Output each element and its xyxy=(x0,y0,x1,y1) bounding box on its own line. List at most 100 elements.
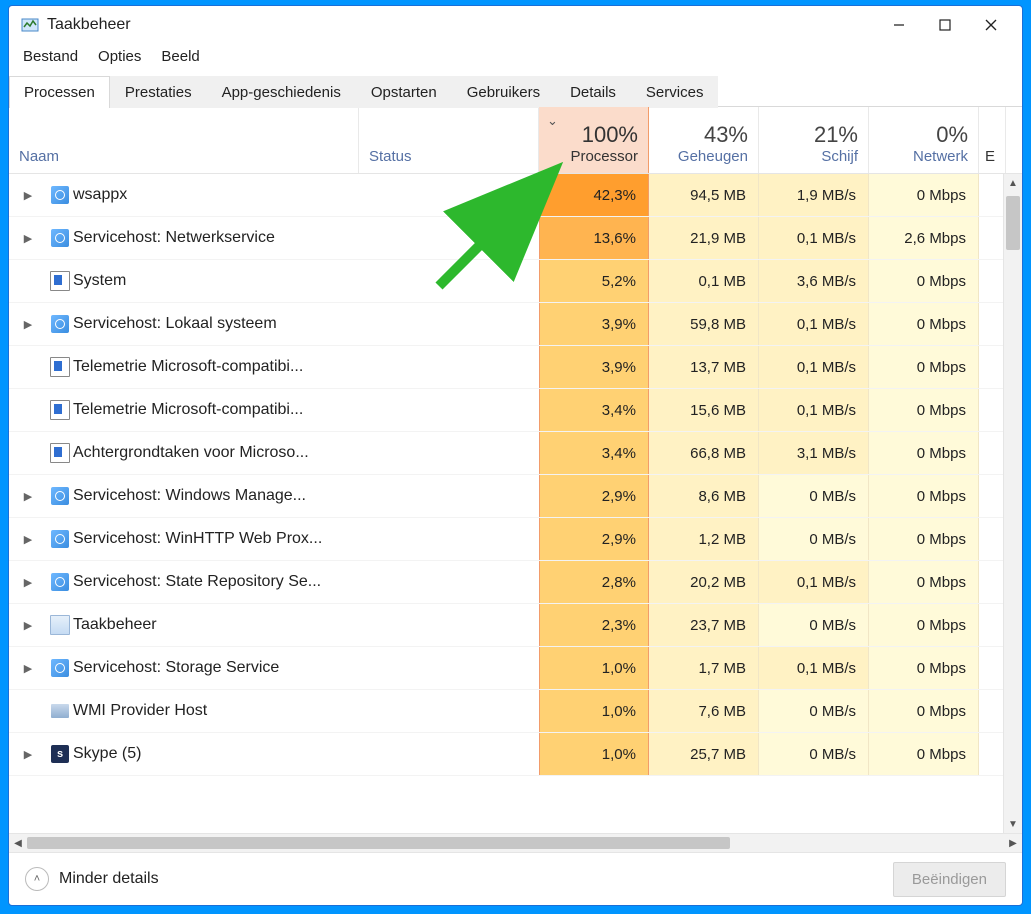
maximize-button[interactable] xyxy=(922,10,968,40)
tab-app-history[interactable]: App-geschiedenis xyxy=(207,76,356,108)
expand-toggle[interactable]: ▶ xyxy=(9,561,47,603)
network-value: 0 Mbps xyxy=(869,389,979,431)
disk-value: 0 MB/s xyxy=(759,475,869,517)
row-icon xyxy=(47,690,73,732)
table-row[interactable]: ▶Servicehost: State Repository Se...2,8%… xyxy=(9,561,1022,604)
col-status[interactable]: Status xyxy=(359,107,539,173)
table-row[interactable]: ▶wsappx42,3%94,5 MB1,9 MB/s0 Mbps xyxy=(9,174,1022,217)
col-overflow[interactable]: E xyxy=(979,107,1006,173)
memory-value: 25,7 MB xyxy=(649,733,759,775)
chevron-right-icon: ▶ xyxy=(24,576,32,589)
expand-toggle[interactable]: ▶ xyxy=(9,475,47,517)
chevron-right-icon: ▶ xyxy=(24,490,32,503)
tab-startup[interactable]: Opstarten xyxy=(356,76,452,108)
tab-performance[interactable]: Prestaties xyxy=(110,76,207,108)
col-processor[interactable]: ⌄ 100% Processor xyxy=(539,107,649,173)
disk-value: 0 MB/s xyxy=(759,733,869,775)
memory-value: 66,8 MB xyxy=(649,432,759,474)
vertical-scrollbar[interactable]: ▲ ▼ xyxy=(1003,174,1022,833)
expand-toggle xyxy=(9,389,47,431)
network-value: 0 Mbps xyxy=(869,346,979,388)
cpu-value: 1,0% xyxy=(539,647,649,689)
sort-chevron-down-icon: ⌄ xyxy=(547,113,558,129)
expand-toggle[interactable]: ▶ xyxy=(9,647,47,689)
table-row[interactable]: ▶Servicehost: Lokaal systeem3,9%59,8 MB0… xyxy=(9,303,1022,346)
table-row[interactable]: ▶Servicehost: Storage Service1,0%1,7 MB0… xyxy=(9,647,1022,690)
process-status xyxy=(359,432,539,474)
process-status xyxy=(359,260,539,302)
tab-services[interactable]: Services xyxy=(631,76,719,108)
menu-view[interactable]: Beeld xyxy=(151,44,209,69)
gear-icon xyxy=(51,530,69,548)
titlebar[interactable]: Taakbeheer xyxy=(9,6,1022,44)
memory-value: 94,5 MB xyxy=(649,174,759,216)
taskmanager-icon xyxy=(50,615,70,635)
cpu-value: 2,8% xyxy=(539,561,649,603)
table-row[interactable]: ▶ Servicehost: WinHTTP Web Prox... 2,9%1,2… xyxy=(9,518,1022,561)
col-name[interactable]: Naam xyxy=(9,107,359,173)
tab-processes[interactable]: Processen xyxy=(9,76,110,108)
scroll-down-icon[interactable]: ▼ xyxy=(1004,815,1022,833)
memory-value: 59,8 MB xyxy=(649,303,759,345)
cpu-value: 1,0% xyxy=(539,733,649,775)
col-disk[interactable]: 21%Schijf xyxy=(759,107,869,173)
network-value: 0 Mbps xyxy=(869,733,979,775)
process-list: Naam Status ⌄ 100% Processor 43%Geheugen… xyxy=(9,107,1022,852)
table-row[interactable]: ▶Taakbeheer2,3%23,7 MB0 MB/s0 Mbps xyxy=(9,604,1022,647)
network-value: 0 Mbps xyxy=(869,475,979,517)
expand-toggle[interactable]: ▶ xyxy=(9,303,47,345)
tab-users[interactable]: Gebruikers xyxy=(452,76,555,108)
table-row[interactable]: ▶Servicehost: Windows Manage...2,9%8,6 M… xyxy=(9,475,1022,518)
table-row[interactable]: Achtergrondtaken voor Microso...3,4%66,8… xyxy=(9,432,1022,475)
network-value: 0 Mbps xyxy=(869,647,979,689)
menu-file[interactable]: Bestand xyxy=(13,44,88,69)
memory-value: 0,1 MB xyxy=(649,260,759,302)
memory-value: 1,2 MB xyxy=(649,518,759,560)
scroll-left-icon[interactable]: ◀ xyxy=(9,838,27,849)
minimize-button[interactable] xyxy=(876,10,922,40)
menubar: Bestand Opties Beeld xyxy=(9,44,1022,73)
col-network[interactable]: 0%Netwerk xyxy=(869,107,979,173)
network-value: 0 Mbps xyxy=(869,690,979,732)
row-icon: s xyxy=(47,733,73,775)
close-button[interactable] xyxy=(968,10,1014,40)
memory-value: 7,6 MB xyxy=(649,690,759,732)
process-name: wsappx xyxy=(73,174,359,216)
end-task-button[interactable]: Beëindigen xyxy=(893,862,1006,897)
process-status xyxy=(359,604,539,646)
process-name: Servicehost: Storage Service xyxy=(73,647,359,689)
table-row[interactable]: Telemetrie Microsoft-compatibi...3,4%15,… xyxy=(9,389,1022,432)
process-status xyxy=(359,690,539,732)
col-memory[interactable]: 43%Geheugen xyxy=(649,107,759,173)
process-rows[interactable]: ▶wsappx42,3%94,5 MB1,9 MB/s0 Mbps▶Servic… xyxy=(9,174,1022,833)
process-name: Taakbeheer xyxy=(73,604,359,646)
gear-icon xyxy=(51,487,69,505)
memory-value: 13,7 MB xyxy=(649,346,759,388)
expand-toggle[interactable]: ▶ xyxy=(9,174,47,216)
scroll-up-icon[interactable]: ▲ xyxy=(1004,174,1022,192)
table-row[interactable]: WMI Provider Host1,0%7,6 MB0 MB/s0 Mbps xyxy=(9,690,1022,733)
gear-icon xyxy=(51,315,69,333)
window-title: Taakbeheer xyxy=(47,16,131,34)
scroll-thumb[interactable] xyxy=(1006,196,1020,250)
expand-toggle[interactable]: ▶ xyxy=(9,518,47,560)
table-row[interactable]: Telemetrie Microsoft-compatibi...3,9%13,… xyxy=(9,346,1022,389)
menu-options[interactable]: Opties xyxy=(88,44,151,69)
expand-toggle[interactable]: ▶ xyxy=(9,733,47,775)
hscroll-thumb[interactable] xyxy=(27,837,730,849)
fewer-details-button[interactable]: ˄ Minder details xyxy=(25,867,159,891)
table-row[interactable]: ▶Servicehost: Netwerkservice13,6%21,9 MB… xyxy=(9,217,1022,260)
gear-icon xyxy=(51,573,69,591)
disk-value: 0 MB/s xyxy=(759,604,869,646)
horizontal-scrollbar[interactable]: ◀ ▶ xyxy=(9,833,1022,852)
table-row[interactable]: ▶sSkype (5)1,0%25,7 MB0 MB/s0 Mbps xyxy=(9,733,1022,776)
scroll-right-icon[interactable]: ▶ xyxy=(1004,838,1022,849)
network-value: 2,6 Mbps xyxy=(869,217,979,259)
process-name: Servicehost: WinHTTP Web Prox... xyxy=(73,518,359,560)
table-row[interactable]: System5,2%0,1 MB3,6 MB/s0 Mbps xyxy=(9,260,1022,303)
expand-toggle[interactable]: ▶ xyxy=(9,604,47,646)
cpu-value: 2,9% xyxy=(539,518,649,560)
disk-value: 3,6 MB/s xyxy=(759,260,869,302)
expand-toggle[interactable]: ▶ xyxy=(9,217,47,259)
tab-details[interactable]: Details xyxy=(555,76,631,108)
